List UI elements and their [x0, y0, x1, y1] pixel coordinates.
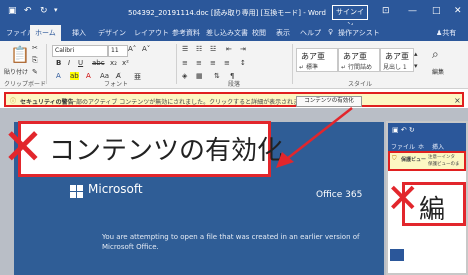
inset-tab-file: ファイル [391, 144, 416, 151]
red-x-mark-icon: ✕ [386, 176, 420, 222]
inset-save-icon: ▣ ↶ ↻ [392, 126, 415, 134]
protected-view-line2: 保護ビューのま [428, 162, 460, 167]
protected-view-inset: ▣ ↶ ↻ ファイル ホ 挿入 ⛉ 保護ビュー 注意—インタ 保護ビューのま 編… [386, 121, 468, 275]
protected-view-title: 保護ビュー [401, 157, 427, 163]
inset-titlebar: ▣ ↶ ↻ ファイル ホ 挿入 [388, 123, 466, 151]
enable-editing-text: 編 [419, 195, 446, 225]
inset-tab-insert: 挿入 [432, 144, 445, 151]
shield-icon: ⛉ [392, 155, 397, 162]
protected-view-line1: 注意—インタ [428, 155, 455, 160]
word-doc-icon [390, 249, 404, 261]
inset-tab-home: ホ [418, 144, 425, 151]
protected-view-bar: ⛉ 保護ビュー 注意—インタ 保護ビューのま [388, 151, 466, 171]
